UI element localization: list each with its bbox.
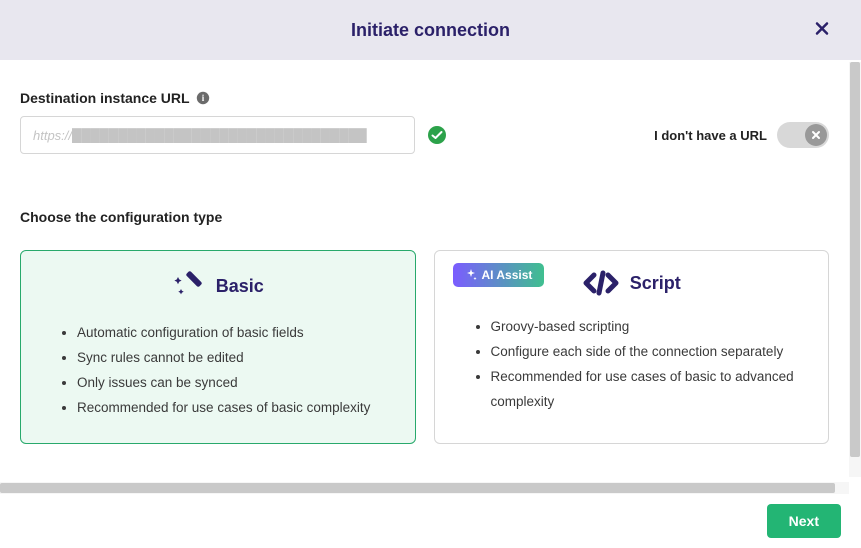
dialog-body: Destination instance URL i I don't have … — [0, 60, 849, 488]
next-button[interactable]: Next — [767, 504, 841, 538]
basic-feature-list: Automatic configuration of basic fields … — [39, 321, 397, 421]
basic-title: Basic — [216, 276, 264, 297]
list-item: Automatic configuration of basic fields — [77, 321, 397, 346]
destination-url-input[interactable] — [20, 116, 415, 154]
close-button[interactable] — [807, 15, 837, 46]
url-label: Destination instance URL — [20, 90, 190, 106]
info-icon[interactable]: i — [196, 91, 210, 105]
wand-icon — [172, 269, 206, 303]
ai-assist-badge[interactable]: AI Assist — [453, 263, 545, 287]
no-url-label: I don't have a URL — [654, 128, 767, 143]
horizontal-scrollbar-thumb[interactable] — [0, 483, 835, 493]
x-icon — [811, 130, 821, 140]
sparkle-icon — [465, 269, 477, 281]
vertical-scrollbar-thumb[interactable] — [850, 62, 860, 457]
check-icon — [427, 125, 447, 145]
list-item: Recommended for use cases of basic compl… — [77, 396, 397, 421]
vertical-scrollbar[interactable] — [849, 62, 861, 477]
no-url-toggle[interactable] — [777, 122, 829, 148]
dialog-footer: Next — [0, 494, 861, 548]
list-item: Recommended for use cases of basic to ad… — [491, 365, 811, 415]
code-icon — [582, 269, 620, 297]
config-card-script[interactable]: AI Assist Script Groovy-based scripting … — [434, 250, 830, 444]
list-item: Groovy-based scripting — [491, 315, 811, 340]
config-type-label: Choose the configuration type — [20, 209, 829, 225]
dialog-title: Initiate connection — [351, 20, 510, 41]
toggle-knob — [805, 124, 827, 146]
list-item: Sync rules cannot be edited — [77, 346, 397, 371]
list-item: Only issues can be synced — [77, 371, 397, 396]
script-feature-list: Groovy-based scripting Configure each si… — [453, 315, 811, 415]
close-icon — [815, 22, 829, 36]
horizontal-scrollbar[interactable] — [0, 482, 849, 494]
ai-assist-label: AI Assist — [482, 268, 533, 282]
list-item: Configure each side of the connection se… — [491, 340, 811, 365]
config-card-basic[interactable]: Basic Automatic configuration of basic f… — [20, 250, 416, 444]
script-title: Script — [630, 273, 681, 294]
dialog-header: Initiate connection — [0, 0, 861, 60]
